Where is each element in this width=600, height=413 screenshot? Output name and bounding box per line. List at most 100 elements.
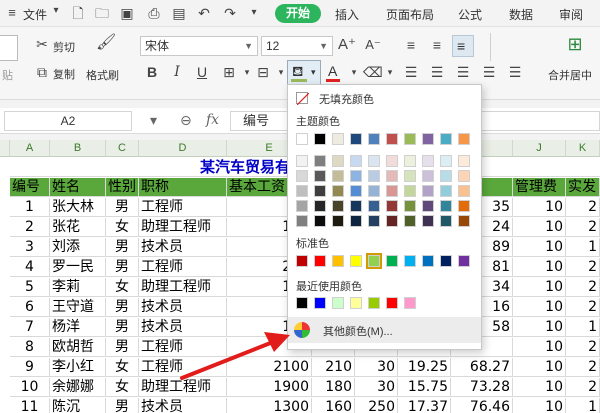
theme-shade-swatch[interactable] (404, 200, 416, 212)
theme-color-swatch[interactable] (350, 133, 362, 145)
bold-icon[interactable]: B (143, 64, 161, 82)
tab-review[interactable]: 审阅 (559, 6, 583, 23)
theme-shade-swatch[interactable] (332, 215, 344, 227)
table-cell[interactable]: 10 (513, 398, 566, 413)
theme-shade-swatch[interactable] (368, 170, 380, 182)
open-folder-icon[interactable]: 🗀 (94, 5, 110, 21)
column-header-c[interactable]: C (106, 140, 139, 157)
theme-color-swatch[interactable] (296, 133, 308, 145)
theme-shade-swatch[interactable] (350, 170, 362, 182)
format-painter-icon[interactable]: 🖌 (96, 35, 116, 53)
copy-icon[interactable]: ⧉ (33, 64, 51, 82)
table-cell[interactable]: 余娜娜 (50, 378, 106, 397)
table-cell[interactable]: 11 (10, 398, 50, 413)
theme-shade-swatch[interactable] (368, 215, 380, 227)
distributed-icon[interactable]: ☰ (506, 64, 524, 82)
theme-color-swatch[interactable] (386, 133, 398, 145)
theme-shade-swatch[interactable] (440, 200, 452, 212)
table-cell[interactable]: 李莉 (50, 278, 106, 297)
print-preview-icon[interactable]: ▤ (171, 5, 187, 21)
table-cell[interactable]: 30 (355, 358, 398, 377)
paste-icon[interactable] (0, 35, 18, 61)
column-header-j[interactable]: J (513, 140, 566, 157)
theme-shade-swatch[interactable] (296, 215, 308, 227)
standard-color-swatch[interactable] (350, 255, 362, 267)
theme-shade-swatch[interactable] (350, 185, 362, 197)
paste-label[interactable]: 贴 (2, 67, 13, 83)
table-cell[interactable]: 180 (312, 378, 355, 397)
align-top-icon[interactable]: ≡ (402, 37, 420, 55)
table-cell[interactable]: 2 (566, 338, 600, 357)
undo-icon[interactable]: ↶ (196, 5, 212, 21)
theme-shade-swatch[interactable] (440, 215, 452, 227)
column-header-b[interactable]: B (50, 140, 106, 157)
standard-color-swatch[interactable] (296, 255, 308, 267)
font-grow-icon[interactable]: A⁺ (338, 37, 356, 55)
tab-data[interactable]: 数据 (509, 6, 533, 23)
theme-shade-swatch[interactable] (440, 170, 452, 182)
theme-shade-swatch[interactable] (386, 185, 398, 197)
theme-shade-swatch[interactable] (458, 185, 470, 197)
table-cell[interactable]: 10 (513, 238, 566, 257)
chevron-down-icon[interactable]: ▾ (48, 3, 64, 19)
table-cell[interactable]: 工程师 (139, 258, 227, 277)
standard-color-swatch[interactable] (458, 255, 470, 267)
table-cell[interactable]: 2 (10, 218, 50, 237)
table-cell[interactable]: 1 (566, 398, 600, 413)
theme-shade-swatch[interactable] (386, 200, 398, 212)
table-cell[interactable]: 15.75 (398, 378, 451, 397)
theme-shade-swatch[interactable] (386, 155, 398, 167)
corner-cell[interactable] (0, 140, 10, 157)
standard-color-swatch[interactable] (404, 255, 416, 267)
font-name-select[interactable]: 宋体 ▼ (140, 36, 258, 56)
recent-color-swatch[interactable] (314, 297, 326, 309)
theme-shade-swatch[interactable] (404, 155, 416, 167)
theme-shade-swatch[interactable] (368, 155, 380, 167)
tab-page-layout[interactable]: 页面布局 (386, 6, 434, 23)
font-size-select[interactable]: 12 ▼ (261, 36, 333, 56)
table-cell[interactable]: 9 (10, 358, 50, 377)
table-cell[interactable]: 5 (10, 278, 50, 297)
tab-start[interactable]: 开始 (275, 4, 321, 23)
theme-color-swatch[interactable] (368, 133, 380, 145)
standard-color-swatch[interactable] (332, 255, 344, 267)
recent-color-swatch[interactable] (296, 297, 308, 309)
chevron-down-icon[interactable]: ▾ (381, 64, 399, 82)
no-fill-option[interactable]: 无填充颜色 (288, 87, 481, 109)
table-cell[interactable]: 2 (566, 278, 600, 297)
underline-icon[interactable]: U (193, 64, 211, 82)
table-cell[interactable]: 男 (106, 398, 139, 413)
theme-shade-swatch[interactable] (332, 200, 344, 212)
align-center-icon[interactable]: ☰ (428, 64, 446, 82)
theme-shade-swatch[interactable] (350, 155, 362, 167)
table-cell[interactable]: 76.46 (451, 398, 513, 413)
table-cell[interactable]: 工程师 (139, 198, 227, 217)
table-cell[interactable]: 8 (10, 338, 50, 357)
recent-color-swatch[interactable] (386, 297, 398, 309)
standard-color-swatch[interactable] (386, 255, 398, 267)
theme-shade-swatch[interactable] (458, 155, 470, 167)
table-cell[interactable]: 160 (312, 398, 355, 413)
theme-color-swatch[interactable] (404, 133, 416, 145)
align-left-icon[interactable]: ☰ (402, 64, 420, 82)
table-cell[interactable]: 30 (355, 378, 398, 397)
table-cell[interactable]: 罗一民 (50, 258, 106, 277)
table-cell[interactable]: 欧胡哲 (50, 338, 106, 357)
table-cell[interactable]: 10 (10, 378, 50, 397)
theme-shade-swatch[interactable] (296, 200, 308, 212)
chevron-down-icon[interactable]: ▾ (150, 112, 157, 129)
table-cell[interactable]: 男 (106, 198, 139, 217)
header-cell[interactable]: 性别 (106, 178, 139, 197)
table-cell[interactable]: 7 (10, 318, 50, 337)
save-icon[interactable]: ▣ (119, 5, 135, 21)
table-cell[interactable]: 技术员 (139, 398, 227, 413)
table-cell[interactable]: 王守道 (50, 298, 106, 317)
theme-shade-swatch[interactable] (314, 215, 326, 227)
table-cell[interactable]: 10 (513, 198, 566, 217)
table-cell[interactable]: 男 (106, 298, 139, 317)
hamburger-icon[interactable]: ≡ (4, 5, 20, 21)
header-cell[interactable]: 管理费 (513, 178, 566, 197)
italic-icon[interactable]: I (168, 64, 186, 82)
table-cell[interactable]: 刘添 (50, 238, 106, 257)
table-cell[interactable]: 女 (106, 358, 139, 377)
